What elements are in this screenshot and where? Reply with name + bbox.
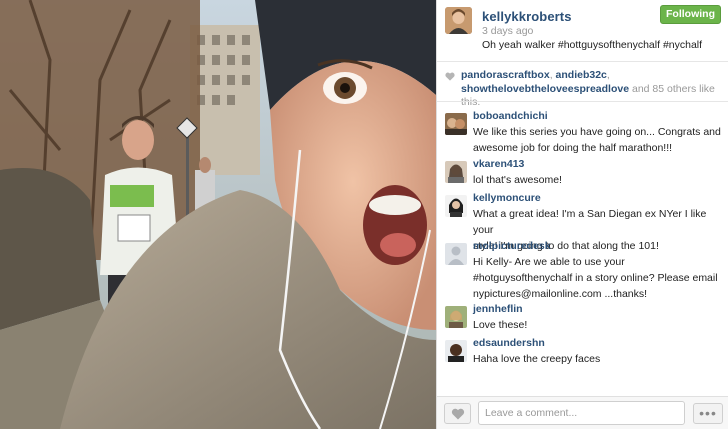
likes-separator: , [606, 69, 610, 81]
commenter-avatar[interactable] [445, 340, 467, 362]
comment-line: We like this series you have going on...… [473, 126, 721, 138]
more-options-button[interactable]: ••• [693, 403, 723, 424]
comment-line: #hotguysofthenychalf in a story online? … [473, 272, 718, 284]
likes-divider [437, 101, 728, 102]
comment-line: lol that's awesome! [473, 174, 562, 186]
post-sidebar: kellykkroberts 3 days ago Oh yeah walker… [436, 0, 728, 429]
commenter-username[interactable]: edsaundershn [473, 337, 545, 349]
comment-line: nypictures@mailonline.com ...thanks! [473, 288, 648, 300]
liker-link[interactable]: pandorascraftbox [461, 69, 550, 81]
heart-icon [451, 408, 465, 420]
selfie-photo-illustration [0, 0, 436, 429]
comment-text: lol that's awesome! [473, 172, 723, 188]
comment-bar: ••• [437, 396, 728, 429]
comment-line: Love these! [473, 319, 528, 331]
liker-link[interactable]: showthelovebtheloveespreadlove [461, 83, 629, 95]
commenter-username[interactable]: vkaren413 [473, 158, 524, 170]
commenter-avatar[interactable] [445, 243, 467, 265]
likes-summary: pandorascraftbox, andieb32c, showtheloveb… [445, 69, 722, 110]
comment-text: We like this series you have going on...… [473, 124, 723, 156]
post-photo[interactable] [0, 0, 436, 429]
comment-line: Haha love the creepy faces [473, 353, 601, 365]
liker-link[interactable]: andieb32c [556, 69, 607, 81]
comment-line: awesome job for doing the half marathon!… [473, 142, 673, 154]
post-header: kellykkroberts 3 days ago Oh yeah walker… [437, 0, 728, 60]
commenter-username[interactable]: kellymoncure [473, 192, 541, 204]
comment-input[interactable] [478, 401, 685, 425]
commenter-username[interactable]: molpicturedesk [473, 240, 551, 252]
commenter-username[interactable]: boboandchichi [473, 110, 548, 122]
author-avatar[interactable] [445, 7, 472, 34]
header-divider [437, 61, 728, 62]
heart-icon [445, 72, 455, 81]
commenter-avatar[interactable] [445, 161, 467, 183]
likes-count[interactable]: 85 [652, 83, 664, 95]
post-caption: Oh yeah walker #hottguysofthenychalf #ny… [482, 39, 703, 51]
post-time[interactable]: 3 days ago [482, 25, 533, 37]
likes-and: and [629, 82, 653, 95]
comment-line: Hi Kelly- Are we able to use your [473, 256, 625, 268]
like-button[interactable] [444, 403, 471, 424]
comment-text: Hi Kelly- Are we able to use your #hotgu… [473, 254, 723, 302]
commenter-avatar[interactable] [445, 306, 467, 328]
commenter-avatar[interactable] [445, 195, 467, 217]
author-username[interactable]: kellykkroberts [482, 9, 572, 24]
comment-line: What a great idea! I'm a San Diegan ex N… [473, 208, 707, 236]
commenter-avatar[interactable] [445, 113, 467, 135]
comment-text: Haha love the creepy faces [473, 351, 723, 367]
comment-text: Love these! [473, 317, 723, 333]
commenter-username[interactable]: jennheflin [473, 303, 523, 315]
following-button[interactable]: Following [660, 5, 721, 24]
